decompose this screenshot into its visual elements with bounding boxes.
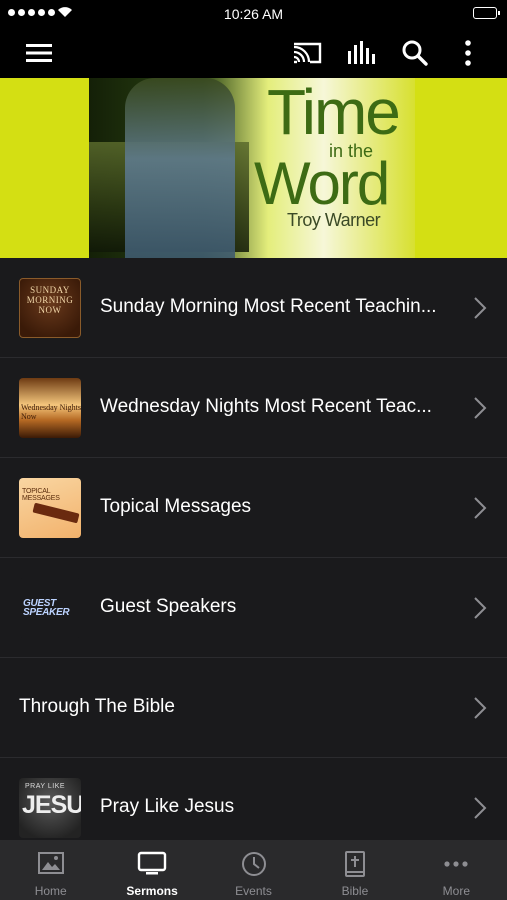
banner-title-time: Time bbox=[267, 78, 401, 148]
series-banner[interactable]: Time in the Word Troy Warner bbox=[0, 78, 507, 258]
list-item-topical-messages[interactable]: TOPICAL MESSAGES Topical Messages bbox=[0, 458, 507, 558]
battery-icon bbox=[473, 7, 500, 19]
tab-label: Events bbox=[235, 884, 272, 898]
list-item-label: Sunday Morning Most Recent Teachin... bbox=[100, 296, 437, 317]
search-icon[interactable] bbox=[399, 37, 431, 69]
status-bar: 10:26 AM bbox=[0, 0, 507, 28]
list-item-label: Guest Speakers bbox=[100, 596, 237, 617]
list-item-through-the-bible[interactable]: Through The Bible bbox=[0, 658, 507, 758]
banner-artwork: Time in the Word Troy Warner bbox=[89, 78, 415, 258]
app-bar bbox=[0, 28, 507, 78]
menu-icon[interactable] bbox=[23, 37, 55, 69]
chevron-right-icon bbox=[474, 397, 487, 419]
thumbnail-text: TOPICAL MESSAGES bbox=[22, 488, 60, 502]
cast-icon[interactable] bbox=[291, 37, 323, 69]
clock-icon bbox=[241, 852, 266, 876]
more-options-icon[interactable] bbox=[452, 37, 484, 69]
tab-bar: Home Sermons Events Bible More bbox=[0, 840, 507, 900]
tab-label: Home bbox=[34, 884, 67, 898]
chevron-right-icon bbox=[474, 297, 487, 319]
status-time: 10:26 AM bbox=[223, 6, 284, 22]
tab-home[interactable]: Home bbox=[0, 840, 101, 900]
list-item-wednesday-nights[interactable]: Wednesday Nights Now Wednesday Nights Mo… bbox=[0, 358, 507, 458]
sunday-morning-thumbnail: SUNDAY MORNING NOW bbox=[19, 278, 81, 338]
ellipsis-icon bbox=[444, 861, 468, 867]
list-item-guest-speakers[interactable]: GUEST SPEAKER Guest Speakers bbox=[0, 558, 507, 658]
banner-author: Troy Warner bbox=[287, 210, 381, 230]
chevron-right-icon bbox=[474, 497, 487, 519]
bible-icon bbox=[344, 851, 365, 877]
sermon-category-list: SUNDAY MORNING NOW Sunday Morning Most R… bbox=[0, 258, 507, 858]
list-item-label: Wednesday Nights Most Recent Teac... bbox=[100, 396, 432, 417]
list-item-label: Topical Messages bbox=[100, 496, 252, 517]
tab-more[interactable]: More bbox=[406, 840, 507, 900]
thumbnail-text: GUEST SPEAKER bbox=[23, 598, 70, 618]
list-item-label: Through The Bible bbox=[19, 696, 175, 717]
image-icon bbox=[37, 852, 64, 874]
list-item-label: Pray Like Jesus bbox=[100, 796, 235, 817]
topical-messages-thumbnail: TOPICAL MESSAGES bbox=[19, 478, 81, 538]
tab-sermons[interactable]: Sermons bbox=[101, 840, 202, 900]
thumbnail-text: Wednesday Nights Now bbox=[21, 403, 81, 421]
tab-label: Bible bbox=[341, 884, 369, 898]
chevron-right-icon bbox=[474, 597, 487, 619]
book-icon bbox=[32, 502, 80, 524]
tab-bible[interactable]: Bible bbox=[304, 840, 405, 900]
guest-speakers-thumbnail: GUEST SPEAKER bbox=[19, 578, 81, 638]
chevron-right-icon bbox=[474, 697, 487, 719]
thumbnail-text: PRAY LIKE bbox=[25, 783, 66, 790]
chevron-right-icon bbox=[474, 797, 487, 819]
tab-label: More bbox=[442, 884, 470, 898]
audio-levels-icon[interactable] bbox=[345, 37, 377, 69]
list-item-sunday-morning[interactable]: SUNDAY MORNING NOW Sunday Morning Most R… bbox=[0, 258, 507, 358]
reading-person-image bbox=[125, 78, 235, 258]
thumbnail-text: SUNDAY MORNING NOW bbox=[26, 285, 74, 315]
banner-title-word: Word bbox=[254, 150, 390, 217]
tab-events[interactable]: Events bbox=[203, 840, 304, 900]
tv-icon bbox=[137, 851, 167, 875]
wednesday-nights-thumbnail: Wednesday Nights Now bbox=[19, 378, 81, 438]
tab-label: Sermons bbox=[126, 884, 178, 898]
thumbnail-text: JESUS bbox=[22, 791, 81, 819]
pray-like-jesus-thumbnail: PRAY LIKE JESUS bbox=[19, 778, 81, 838]
